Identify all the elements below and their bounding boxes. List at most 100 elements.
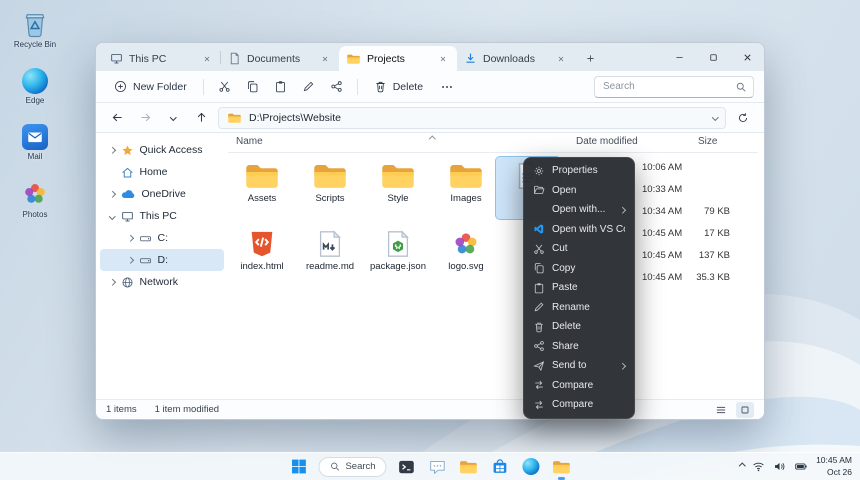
minimize-button[interactable] <box>662 43 696 71</box>
paste-button[interactable] <box>268 75 293 99</box>
copy-button[interactable] <box>240 75 265 99</box>
expand-chevron-icon[interactable] <box>127 235 133 241</box>
context-menu-item-compare-1[interactable]: Compare <box>528 376 630 396</box>
compare-icon <box>533 379 545 391</box>
tab-close-button[interactable] <box>436 52 450 66</box>
markdown-file-icon <box>311 228 349 260</box>
delete-button[interactable]: Delete <box>366 75 431 99</box>
context-menu-item-paste[interactable]: Paste <box>528 278 630 298</box>
expand-chevron-icon[interactable] <box>109 147 115 153</box>
recent-locations-button[interactable] <box>162 107 184 129</box>
context-menu-item-copy[interactable]: Copy <box>528 259 630 279</box>
details-view-button[interactable] <box>712 402 730 418</box>
sidebar-item-this-pc[interactable]: This PC <box>100 205 224 227</box>
tab-documents[interactable]: Documents <box>221 46 339 71</box>
html-file-icon <box>243 228 281 260</box>
file-tile-scripts[interactable]: Scripts <box>298 157 362 219</box>
expand-chevron-icon[interactable] <box>109 191 115 197</box>
taskbar-search[interactable]: Search <box>318 457 386 477</box>
tab-this-pc[interactable]: This PC <box>103 46 221 71</box>
tab-downloads[interactable]: Downloads <box>457 46 575 71</box>
tab-close-button[interactable] <box>200 52 214 66</box>
sidebar-item-quick-access[interactable]: Quick Access <box>100 139 224 161</box>
file-tile-readme-md[interactable]: readme.md <box>298 225 362 287</box>
file-tile-images[interactable]: Images <box>434 157 498 219</box>
refresh-button[interactable] <box>732 107 754 129</box>
explorer-search-box[interactable] <box>594 76 754 98</box>
home-icon <box>121 166 134 179</box>
modified-count: 1 item modified <box>155 404 219 415</box>
more-options-button[interactable] <box>434 75 459 99</box>
expand-chevron-icon[interactable] <box>109 279 115 285</box>
taskbar-terminal[interactable] <box>396 456 418 478</box>
context-menu-item-open-with-vs-code[interactable]: Open with VS Code <box>528 220 630 240</box>
taskbar-chat[interactable] <box>427 456 449 478</box>
column-header-size[interactable]: Size <box>698 136 717 147</box>
taskbar-file-explorer[interactable] <box>458 456 480 478</box>
cut-button[interactable] <box>212 75 237 99</box>
address-dropdown-icon[interactable] <box>712 114 718 120</box>
battery-icon[interactable] <box>794 460 808 473</box>
hidden-icons-chevron-icon[interactable] <box>739 463 745 469</box>
taskbar-center: Search <box>287 453 572 480</box>
context-menu-item-share[interactable]: Share <box>528 337 630 357</box>
column-header-name[interactable]: Name <box>236 136 263 147</box>
size-value: 35.3 KB <box>660 267 730 289</box>
tab-close-button[interactable] <box>554 52 568 66</box>
sidebar-item-home[interactable]: Home <box>100 161 224 183</box>
column-headers: Name Date modified Size <box>228 133 758 153</box>
context-menu-item-open[interactable]: Open <box>528 181 630 201</box>
file-tile-style[interactable]: Style <box>366 157 430 219</box>
sidebar-item-drive-c[interactable]: C: <box>100 227 224 249</box>
address-field[interactable]: D:\Projects\Website <box>218 107 726 129</box>
column-header-date-modified[interactable]: Date modified <box>576 136 638 147</box>
search-input[interactable] <box>603 81 735 92</box>
tab-projects[interactable]: Projects <box>339 46 457 71</box>
maximize-button[interactable] <box>696 43 730 71</box>
taskbar-store[interactable] <box>489 456 511 478</box>
context-menu-item-open-with[interactable]: Open with... <box>528 200 630 220</box>
search-icon <box>735 81 747 93</box>
sidebar-item-network[interactable]: Network <box>100 271 224 293</box>
command-toolbar: New Folder Delete <box>96 71 764 103</box>
forward-button[interactable] <box>134 107 156 129</box>
json-file-icon <box>379 228 417 260</box>
file-tile-logo-svg[interactable]: logo.svg <box>434 225 498 287</box>
close-button[interactable] <box>730 43 764 71</box>
up-button[interactable] <box>190 107 212 129</box>
edge-icon <box>522 458 539 475</box>
tab-close-button[interactable] <box>318 52 332 66</box>
terminal-icon <box>398 458 416 476</box>
new-folder-button[interactable]: New Folder <box>106 75 195 99</box>
desktop-icon-recycle-bin[interactable]: Recycle Bin <box>6 8 64 50</box>
rename-button[interactable] <box>296 75 321 99</box>
folder-icon <box>243 160 281 192</box>
context-menu-item-cut[interactable]: Cut <box>528 239 630 259</box>
file-tile-assets[interactable]: Assets <box>230 157 294 219</box>
sidebar-item-drive-d[interactable]: D: <box>100 249 224 271</box>
desktop-icon-photos[interactable]: Photos <box>6 180 64 220</box>
share-button[interactable] <box>324 75 349 99</box>
desktop-icon-edge[interactable]: Edge <box>6 68 64 106</box>
taskbar-edge[interactable] <box>520 456 542 478</box>
file-tile-index-html[interactable]: index.html <box>230 225 294 287</box>
new-tab-button[interactable] <box>579 47 601 69</box>
large-icons-view-button[interactable] <box>736 402 754 418</box>
sidebar-item-onedrive[interactable]: OneDrive <box>100 183 224 205</box>
open-icon <box>533 184 545 196</box>
taskbar-clock[interactable]: 10:45 AM Oct 26 <box>816 455 852 477</box>
desktop-icon-mail[interactable]: Mail <box>6 124 64 162</box>
expand-chevron-icon[interactable] <box>127 257 133 263</box>
context-menu-item-properties[interactable]: Properties <box>528 161 630 181</box>
collapse-chevron-icon[interactable] <box>109 213 115 219</box>
context-menu-item-send-to[interactable]: Send to <box>528 356 630 376</box>
taskbar-file-explorer-active[interactable] <box>551 456 573 478</box>
context-menu-item-rename[interactable]: Rename <box>528 298 630 318</box>
volume-icon[interactable] <box>773 460 786 473</box>
file-tile-package-json[interactable]: package.json <box>366 225 430 287</box>
wifi-icon[interactable] <box>752 460 765 473</box>
back-button[interactable] <box>106 107 128 129</box>
start-button[interactable] <box>287 456 309 478</box>
context-menu-item-compare-2[interactable]: Compare <box>528 395 630 415</box>
context-menu-item-delete[interactable]: Delete <box>528 317 630 337</box>
